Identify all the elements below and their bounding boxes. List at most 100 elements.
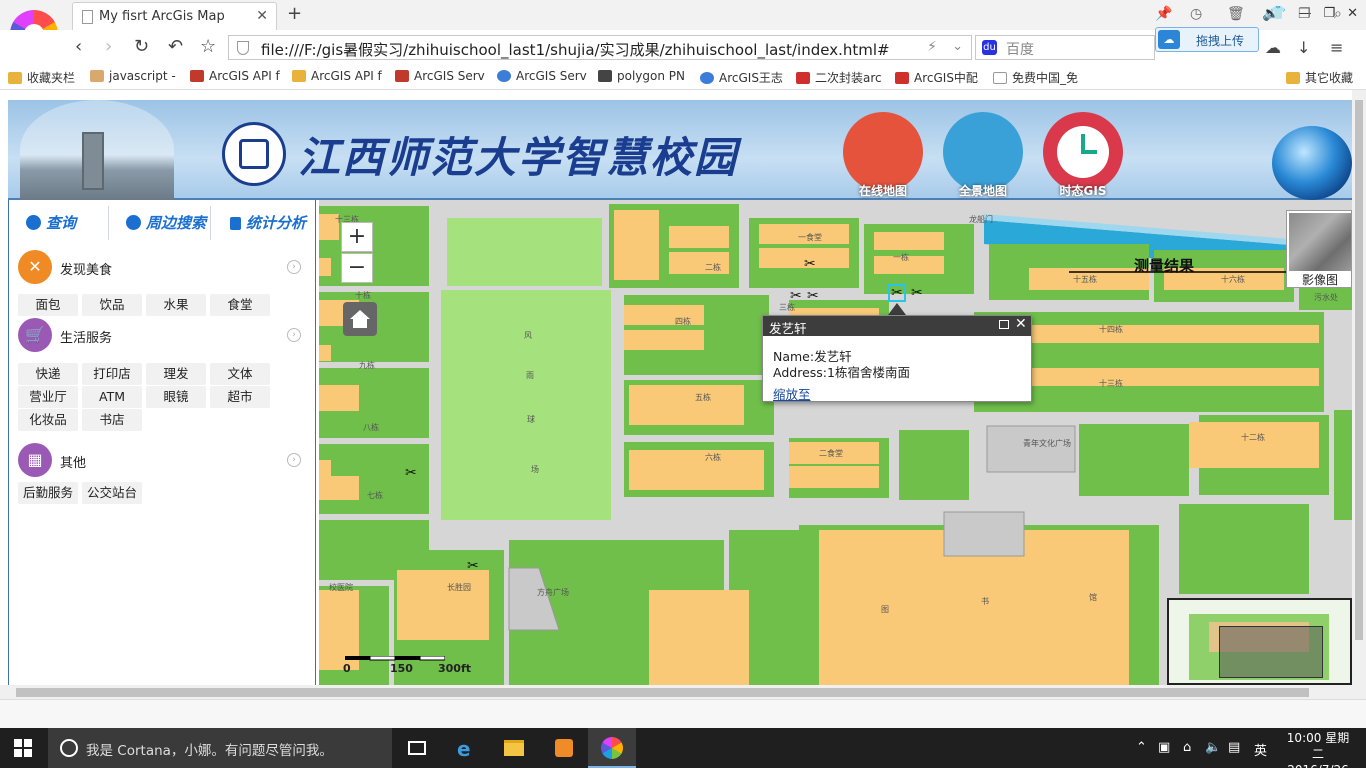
basemap-toggle[interactable]: 影像图	[1286, 210, 1352, 288]
maximize-icon[interactable]	[999, 320, 1009, 329]
chevron-right-icon[interactable]: ›	[287, 260, 301, 274]
wifi-icon[interactable]: ⌂	[1183, 740, 1191, 755]
scissors-icon[interactable]: ✂	[807, 288, 819, 304]
bookmark-item[interactable]: ArcGIS API f	[190, 69, 280, 83]
zoom-in-button[interactable]: +	[341, 222, 373, 252]
overview-map[interactable]	[1167, 598, 1352, 685]
ime-indicator[interactable]: 英	[1254, 740, 1267, 759]
bookmark-item[interactable]: 二次封装arc	[796, 69, 882, 86]
message-icon[interactable]: ▤	[1228, 740, 1240, 755]
tag-fruit[interactable]: 水果	[146, 294, 206, 316]
panorama-map-button[interactable]: 全景地图	[943, 112, 1023, 198]
tag-drinks[interactable]: 饮品	[82, 294, 142, 316]
online-map-button[interactable]: 在线地图	[843, 112, 923, 198]
bookmark-item[interactable]: polygon PN	[598, 69, 685, 83]
tag-logistics[interactable]: 后勤服务	[18, 482, 78, 504]
close-tab-icon[interactable]: ✕	[256, 8, 268, 24]
category-label: 生活服务	[60, 331, 113, 346]
category-other[interactable]: ▦ 其他 ›	[18, 443, 308, 477]
home-button[interactable]	[343, 302, 377, 336]
download-icon[interactable]: ↓	[1297, 38, 1310, 57]
address-bar[interactable]: file:///F:/gis暑假实习/zhihuischool_last1/sh…	[228, 35, 972, 60]
scissors-icon[interactable]: ✂	[405, 465, 417, 481]
tag-business-hall[interactable]: 营业厅	[18, 386, 78, 408]
close-window-button[interactable]: ✕	[1347, 6, 1358, 21]
browser-tab[interactable]: My fisrt ArcGis Map ✕	[72, 2, 277, 30]
tag-canteen[interactable]: 食堂	[210, 294, 270, 316]
scale-bar	[345, 653, 446, 661]
tag-express[interactable]: 快递	[18, 363, 78, 385]
trash-icon[interactable]: 🗑	[1227, 6, 1245, 22]
speed-icon[interactable]: ◷	[1190, 6, 1202, 22]
scissors-icon[interactable]: ✂	[467, 558, 479, 574]
edge-icon[interactable]: e	[443, 728, 491, 768]
bolt-icon[interactable]: ⚡	[927, 39, 937, 55]
tag-stationery[interactable]: 文体	[210, 363, 270, 385]
scissors-icon[interactable]: ✂	[804, 256, 816, 272]
search-icon[interactable]: ⌕	[1334, 6, 1342, 22]
tab-query[interactable]: 查询	[26, 212, 76, 233]
bookmark-item[interactable]: 收藏夹栏	[8, 69, 75, 86]
bookmark-item[interactable]: ArcGIS中配	[895, 69, 978, 86]
task-view-icon[interactable]	[393, 728, 441, 768]
volume-icon[interactable]: 🔈	[1205, 740, 1221, 755]
media-player-icon[interactable]	[540, 728, 588, 768]
pin-icon[interactable]: 📌	[1155, 6, 1172, 22]
cortana-search[interactable]: 我是 Cortana，小娜。有问题尽管问我。	[48, 728, 392, 768]
tab-divider	[108, 206, 109, 240]
close-icon[interactable]: ✕	[1015, 316, 1027, 332]
bookmark-item[interactable]: ArcGIS王志	[700, 69, 783, 86]
tag-bread[interactable]: 面包	[18, 294, 78, 316]
browser-taskbar-icon[interactable]	[588, 728, 636, 768]
bookmark-item[interactable]: javascript -	[90, 69, 176, 83]
bookmark-item[interactable]: ArcGIS Serv	[497, 69, 587, 83]
zoom-to-link[interactable]: 缩放至	[773, 384, 811, 403]
tag-bus-stop[interactable]: 公交站台	[82, 482, 142, 504]
drag-upload-button[interactable]: ☁ 拖拽上传	[1155, 27, 1259, 52]
search-box[interactable]: du 百度	[975, 35, 1155, 60]
chevron-up-icon[interactable]: ⌃	[1136, 740, 1147, 755]
bookmark-item[interactable]: 免费中国_免	[993, 69, 1078, 86]
chevron-down-icon[interactable]: ⌄	[952, 39, 963, 54]
tag-supermarket[interactable]: 超市	[210, 386, 270, 408]
window-icon[interactable]: ❐	[1298, 6, 1311, 22]
file-explorer-icon[interactable]	[490, 728, 538, 768]
chevron-right-icon[interactable]: ›	[287, 328, 301, 342]
scissors-icon[interactable]: ✂	[911, 285, 923, 301]
horizontal-scrollbar[interactable]	[0, 685, 1366, 699]
star-icon[interactable]: ☆	[200, 36, 216, 57]
menu-icon[interactable]: ≡	[1330, 38, 1343, 57]
scissors-icon[interactable]: ✂	[891, 285, 903, 301]
temporal-gis-button[interactable]: 时态GIS	[1043, 112, 1123, 198]
system-clock[interactable]: 10:00 星期二 2016/7/26	[1283, 730, 1353, 778]
tag-glasses[interactable]: 眼镜	[146, 386, 206, 408]
new-tab-button[interactable]: +	[287, 3, 302, 24]
bookmark-item[interactable]: ArcGIS API f	[292, 69, 382, 83]
url-text[interactable]: file:///F:/gis暑假实习/zhihuischool_last1/sh…	[261, 39, 890, 60]
overview-extent-box[interactable]	[1219, 626, 1323, 678]
chevron-right-icon[interactable]: ›	[287, 453, 301, 467]
zoom-out-button[interactable]: −	[341, 253, 373, 283]
network-icon[interactable]: ▣	[1158, 740, 1170, 755]
category-life-services[interactable]: 🛒 生活服务 ›	[18, 318, 308, 352]
volume-icon[interactable]: 🔈	[1262, 6, 1279, 22]
bookmark-item[interactable]: ArcGIS Serv	[395, 69, 485, 83]
tag-bookstore[interactable]: 书店	[82, 409, 142, 431]
category-food[interactable]: ✕ 发现美食 ›	[18, 250, 308, 284]
map-label: 九栋	[359, 360, 375, 370]
tag-cosmetics[interactable]: 化妆品	[18, 409, 78, 431]
tag-haircut[interactable]: 理发	[146, 363, 206, 385]
vertical-scrollbar[interactable]	[1352, 90, 1366, 685]
tag-atm[interactable]: ATM	[82, 386, 142, 408]
tab-nearby-search[interactable]: 周边搜索	[126, 212, 206, 233]
forward-arrow-icon[interactable]: ›	[105, 36, 112, 57]
back-arrow-icon[interactable]: ‹	[75, 36, 82, 57]
tag-print-shop[interactable]: 打印店	[82, 363, 142, 385]
windows-start-icon[interactable]	[14, 739, 32, 757]
cloud-icon[interactable]: ☁	[1265, 38, 1281, 57]
refresh-icon[interactable]: ↻	[134, 36, 149, 57]
bookmark-item[interactable]: 其它收藏	[1286, 69, 1353, 86]
tab-statistics[interactable]: 统计分析	[230, 212, 306, 233]
scissors-icon[interactable]: ✂	[790, 288, 802, 304]
undo-icon[interactable]: ↶	[168, 36, 183, 57]
